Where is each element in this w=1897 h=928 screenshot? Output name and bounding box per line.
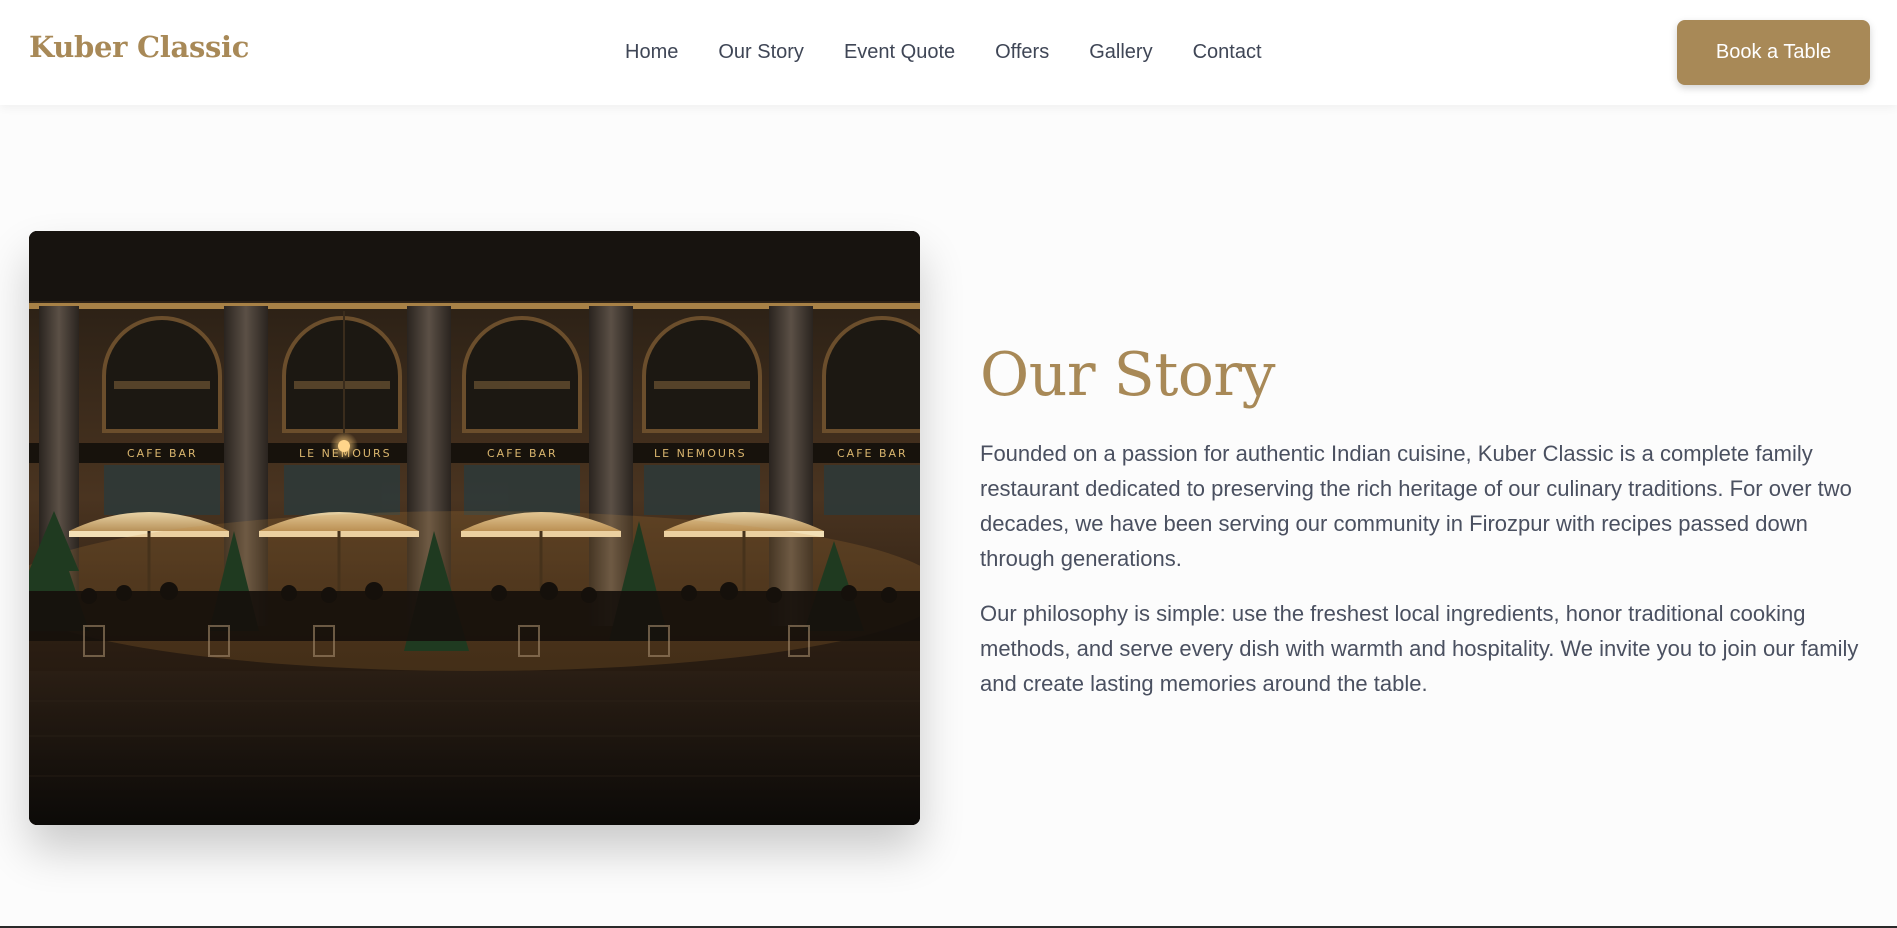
book-a-table-button[interactable]: Book a Table [1677, 20, 1870, 85]
site-logo[interactable]: Kuber Classic [29, 30, 249, 64]
site-header: Kuber Classic Home Our Story Event Quote… [0, 0, 1897, 105]
sign-text-5: CAFE BAR [837, 447, 908, 460]
nav-link-our-story[interactable]: Our Story [718, 41, 804, 63]
nav-link-contact[interactable]: Contact [1193, 41, 1262, 63]
sign-text-3: CAFE BAR [487, 447, 558, 460]
nav-link-home[interactable]: Home [625, 41, 678, 63]
nav-item-gallery: Gallery [1089, 41, 1152, 64]
nav-link-gallery[interactable]: Gallery [1089, 41, 1152, 63]
nav-item-our-story: Our Story [718, 41, 804, 64]
sign-text-1: CAFE BAR [127, 447, 198, 460]
section-title: Our Story [980, 340, 1276, 410]
story-paragraph-2: Our philosophy is simple: use the freshe… [980, 601, 1859, 696]
main-nav: Home Our Story Event Quote Offers Galler… [625, 0, 1262, 105]
restaurant-photo: CAFE BAR LE NEMOURS CAFE BAR LE NEMOURS … [29, 231, 920, 825]
nav-item-offers: Offers [995, 41, 1049, 64]
nav-link-event-quote[interactable]: Event Quote [844, 41, 955, 63]
nav-item-contact: Contact [1193, 41, 1262, 64]
our-story-section: Our Story Founded on a passion for authe… [980, 340, 1860, 721]
nav-item-event-quote: Event Quote [844, 41, 955, 64]
nav-link-offers[interactable]: Offers [995, 41, 1049, 63]
nav-item-home: Home [625, 41, 678, 64]
story-paragraph-1: Founded on a passion for authentic India… [980, 441, 1852, 571]
sign-text-4: LE NEMOURS [654, 447, 747, 460]
restaurant-photo-illustration: CAFE BAR LE NEMOURS CAFE BAR LE NEMOURS … [29, 231, 920, 825]
